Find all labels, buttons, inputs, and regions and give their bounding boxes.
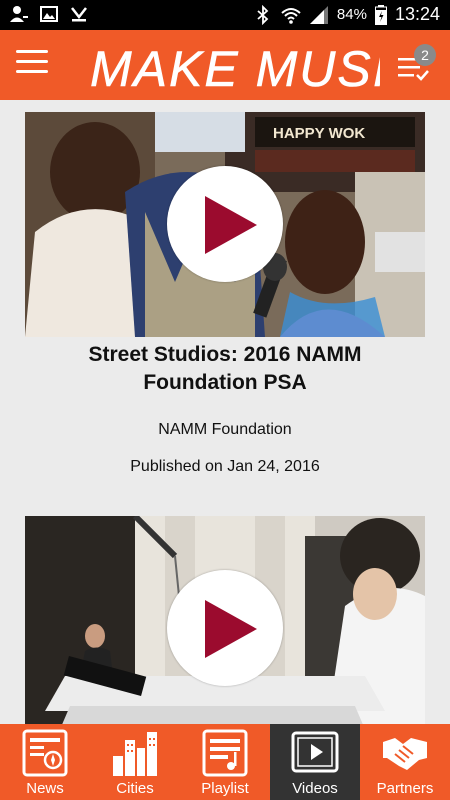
- play-button[interactable]: [167, 166, 283, 282]
- video-feed[interactable]: HAPPY WOK Street Studios: 2016 NAMM Foun…: [0, 100, 450, 724]
- svg-text:HAPPY WOK: HAPPY WOK: [273, 125, 365, 142]
- brand-logo: MAKE MUSIC: [90, 41, 380, 98]
- hamburger-icon: [16, 50, 48, 53]
- battery-percent: 84%: [336, 6, 367, 23]
- video-channel: NAMM Foundation: [158, 421, 292, 438]
- play-button[interactable]: [167, 570, 283, 686]
- news-icon: [22, 729, 68, 777]
- svg-text:MAKE MUSIC: MAKE MUSIC: [90, 41, 380, 97]
- nav-item-videos[interactable]: Videos: [270, 724, 360, 800]
- playlist-queue-button[interactable]: 2: [394, 44, 438, 88]
- contact-icon: [10, 6, 28, 22]
- nav-label-news: News: [26, 780, 64, 797]
- battery-icon: [374, 4, 387, 25]
- download-icon: [71, 7, 87, 22]
- bottom-navigation: News Cities Playlist Videos Partners: [0, 724, 450, 800]
- nav-item-playlist[interactable]: Playlist: [180, 724, 270, 800]
- play-icon: [205, 196, 257, 254]
- nav-label-playlist: Playlist: [201, 780, 249, 797]
- videos-icon: [291, 731, 339, 773]
- video-title[interactable]: Street Studios: 2016 NAMM Foundation PSA: [50, 341, 400, 397]
- nav-label-partners: Partners: [376, 780, 434, 797]
- bluetooth-icon: [257, 4, 269, 25]
- status-bar: 84% 13:24: [0, 0, 450, 30]
- signal-icon: [309, 5, 328, 24]
- video-thumbnail[interactable]: HAPPY WOK: [25, 112, 425, 337]
- clock: 13:24: [394, 4, 440, 24]
- nav-label-videos: Videos: [292, 780, 338, 797]
- wifi-icon: [281, 7, 301, 24]
- nav-item-partners[interactable]: Partners: [360, 724, 450, 800]
- nav-label-cities: Cities: [116, 780, 154, 797]
- image-icon: [40, 6, 58, 22]
- cities-icon: [113, 732, 157, 776]
- partners-icon: [383, 738, 427, 770]
- playlist-count-badge: 2: [414, 44, 436, 66]
- playlist-icon: [202, 729, 248, 777]
- menu-button[interactable]: [16, 50, 48, 78]
- video-thumbnail[interactable]: [25, 516, 425, 724]
- app-bar: MAKE MUSIC 2: [0, 30, 450, 100]
- nav-item-cities[interactable]: Cities: [90, 724, 180, 800]
- video-publish-date: Published on Jan 24, 2016: [130, 458, 320, 475]
- nav-item-news[interactable]: News: [0, 724, 90, 800]
- play-icon: [205, 600, 257, 658]
